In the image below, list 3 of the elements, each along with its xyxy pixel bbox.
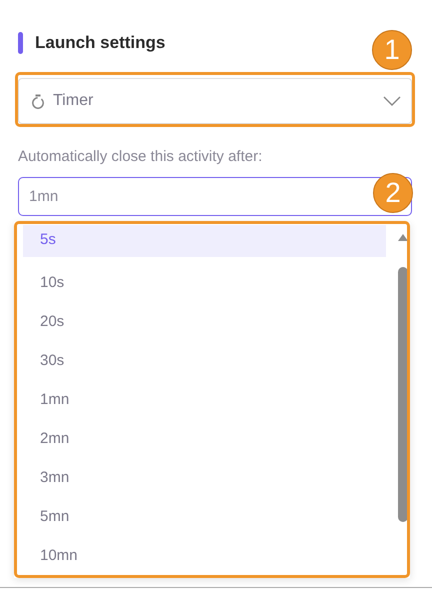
field-label: Automatically close this activity after: [18,147,264,167]
section-heading: Launch settings [35,32,166,54]
annotation-callout-tooltip: 1 [372,30,412,70]
